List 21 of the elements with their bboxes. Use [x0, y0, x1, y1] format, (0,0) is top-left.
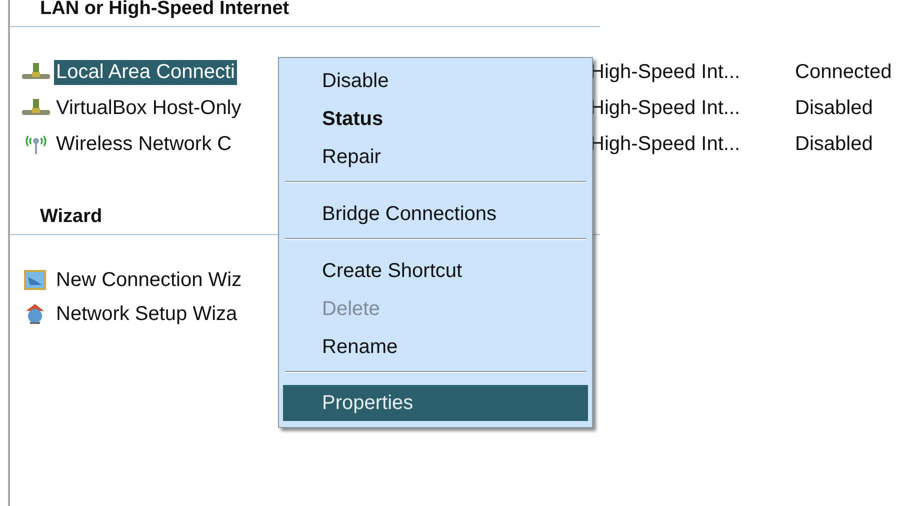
connection-type: High-Speed Int... — [590, 60, 742, 84]
connection-name[interactable]: Wireless Network C — [54, 132, 234, 156]
connection-status: Disabled — [795, 96, 874, 120]
section-heading: LAN or High-Speed Internet — [10, 0, 600, 27]
connection-name[interactable]: New Connection Wiz — [54, 268, 244, 292]
connection-name[interactable]: Network Setup Wiza — [54, 302, 240, 326]
connection-type: High-Speed Int... — [590, 96, 742, 120]
menu-item[interactable]: Repair — [283, 138, 588, 176]
menu-item[interactable]: Status — [283, 100, 588, 138]
network-connection-icon — [20, 62, 52, 82]
connection-status: Connected — [795, 60, 893, 84]
network-connection-icon — [20, 98, 52, 118]
menu-item[interactable]: Create Shortcut — [283, 252, 588, 290]
connection-name[interactable]: Local Area Connecti — [54, 60, 238, 84]
connection-status: Disabled — [795, 132, 874, 156]
connection-name[interactable]: VirtualBox Host-Only — [54, 96, 244, 120]
menu-item[interactable]: Rename — [283, 328, 588, 366]
menu-item[interactable]: Bridge Connections — [283, 195, 588, 233]
menu-item[interactable]: Properties — [283, 385, 588, 421]
menu-item[interactable]: Disable — [283, 62, 588, 100]
connection-type: High-Speed Int... — [590, 132, 742, 156]
